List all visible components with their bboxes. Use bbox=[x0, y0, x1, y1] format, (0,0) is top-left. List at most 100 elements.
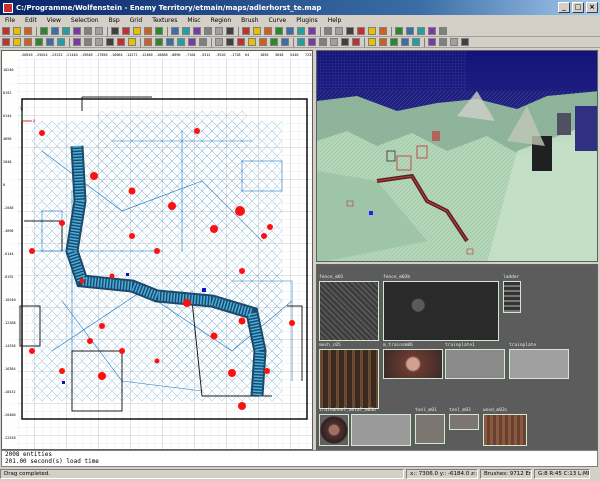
toolbar-button-icon[interactable] bbox=[439, 27, 447, 35]
toolbar-button-icon[interactable] bbox=[133, 27, 141, 35]
toolbar-button-icon[interactable] bbox=[248, 38, 256, 46]
toolbar-button-icon[interactable] bbox=[193, 27, 201, 35]
toolbar-button-icon[interactable] bbox=[401, 38, 409, 46]
toolbar-button-icon[interactable] bbox=[155, 38, 163, 46]
menu-help[interactable]: Help bbox=[323, 17, 347, 24]
toolbar-button-icon[interactable] bbox=[417, 27, 425, 35]
toolbar-button-icon[interactable] bbox=[204, 27, 212, 35]
texture-tile[interactable] bbox=[383, 281, 499, 341]
camera-view-3d[interactable] bbox=[316, 50, 598, 262]
toolbar-button-icon[interactable] bbox=[450, 38, 458, 46]
toolbar-button-icon[interactable] bbox=[117, 38, 125, 46]
toolbar-button-icon[interactable] bbox=[57, 38, 65, 46]
toolbar-button-icon[interactable] bbox=[275, 27, 283, 35]
toolbar-button-icon[interactable] bbox=[144, 27, 152, 35]
toolbar-button-icon[interactable] bbox=[253, 27, 261, 35]
texture-tile[interactable] bbox=[445, 349, 505, 379]
toolbar-button-icon[interactable] bbox=[13, 38, 21, 46]
toolbar-button-icon[interactable] bbox=[395, 27, 403, 35]
toolbar-button-icon[interactable] bbox=[155, 27, 163, 35]
toolbar-button-icon[interactable] bbox=[346, 27, 354, 35]
texture-tile[interactable] bbox=[351, 414, 411, 446]
menu-curve[interactable]: Curve bbox=[263, 17, 291, 24]
toolbar-button-icon[interactable] bbox=[264, 27, 272, 35]
camera-render[interactable] bbox=[317, 51, 598, 262]
toolbar-button-icon[interactable] bbox=[390, 38, 398, 46]
toolbar-button-icon[interactable] bbox=[95, 27, 103, 35]
toolbar-button-icon[interactable] bbox=[226, 38, 234, 46]
texture-tile[interactable] bbox=[449, 414, 479, 430]
toolbar-button-icon[interactable] bbox=[368, 27, 376, 35]
toolbar-button-icon[interactable] bbox=[237, 38, 245, 46]
toolbar-button-icon[interactable] bbox=[357, 27, 365, 35]
toolbar-button-icon[interactable] bbox=[13, 27, 21, 35]
menu-brush[interactable]: Brush bbox=[236, 17, 263, 24]
toolbar-button-icon[interactable] bbox=[324, 27, 332, 35]
toolbar-button-icon[interactable] bbox=[341, 38, 349, 46]
texture-tile[interactable] bbox=[319, 281, 379, 341]
toolbar-button-icon[interactable] bbox=[308, 27, 316, 35]
toolbar-button-icon[interactable] bbox=[111, 27, 119, 35]
toolbar-button-icon[interactable] bbox=[226, 27, 234, 35]
toolbar-button-icon[interactable] bbox=[84, 38, 92, 46]
minimize-button[interactable]: _ bbox=[558, 2, 570, 13]
toolbar-button-icon[interactable] bbox=[215, 27, 223, 35]
toolbar-button-icon[interactable] bbox=[379, 27, 387, 35]
toolbar-button-icon[interactable] bbox=[35, 38, 43, 46]
toolbar-button-icon[interactable] bbox=[46, 38, 54, 46]
toolbar-button-icon[interactable] bbox=[199, 38, 207, 46]
toolbar-button-icon[interactable] bbox=[73, 27, 81, 35]
toolbar-button-icon[interactable] bbox=[24, 38, 32, 46]
menu-selection[interactable]: Selection bbox=[66, 17, 104, 24]
toolbar-button-icon[interactable] bbox=[122, 27, 130, 35]
maximize-button[interactable]: □ bbox=[572, 2, 584, 13]
toolbar-button-icon[interactable] bbox=[73, 38, 81, 46]
grid-view-2d[interactable]: -26816 -25024 -23232 -21440 -19648 -17856 -160… bbox=[1, 50, 313, 450]
toolbar-button-icon[interactable] bbox=[368, 38, 376, 46]
texture-tile[interactable] bbox=[483, 414, 527, 446]
toolbar-button-icon[interactable] bbox=[461, 38, 469, 46]
texture-tile[interactable] bbox=[509, 349, 569, 379]
toolbar-button-icon[interactable] bbox=[428, 38, 436, 46]
menu-bsp[interactable]: Bsp bbox=[104, 17, 125, 24]
texture-tile[interactable] bbox=[503, 281, 521, 313]
toolbar-button-icon[interactable] bbox=[412, 38, 420, 46]
toolbar-button-icon[interactable] bbox=[40, 27, 48, 35]
texture-tile[interactable] bbox=[383, 349, 443, 379]
menu-plugins[interactable]: Plugins bbox=[291, 17, 323, 24]
toolbar-button-icon[interactable] bbox=[259, 38, 267, 46]
menu-view[interactable]: View bbox=[42, 17, 66, 24]
menu-textures[interactable]: Textures bbox=[147, 17, 182, 24]
toolbar-button-icon[interactable] bbox=[286, 27, 294, 35]
texture-tile[interactable] bbox=[319, 349, 379, 409]
toolbar-button-icon[interactable] bbox=[330, 38, 338, 46]
toolbar-button-icon[interactable] bbox=[95, 38, 103, 46]
toolbar-button-icon[interactable] bbox=[177, 38, 185, 46]
toolbar-button-icon[interactable] bbox=[242, 27, 250, 35]
toolbar-button-icon[interactable] bbox=[379, 38, 387, 46]
toolbar-button-icon[interactable] bbox=[188, 38, 196, 46]
menu-grid[interactable]: Grid bbox=[125, 17, 148, 24]
toolbar-button-icon[interactable] bbox=[297, 27, 305, 35]
toolbar-button-icon[interactable] bbox=[406, 27, 414, 35]
toolbar-button-icon[interactable] bbox=[281, 38, 289, 46]
toolbar-button-icon[interactable] bbox=[24, 27, 32, 35]
toolbar-button-icon[interactable] bbox=[84, 27, 92, 35]
texture-browser[interactable]: fence_m01 fence_m03b ladder mesh_c05 m_t… bbox=[316, 264, 598, 450]
toolbar-button-icon[interactable] bbox=[428, 27, 436, 35]
grid-map-canvas[interactable]: -26816 -25024 -23232 -21440 -19648 -17856 -160… bbox=[2, 51, 313, 450]
toolbar-button-icon[interactable] bbox=[166, 38, 174, 46]
toolbar-button-icon[interactable] bbox=[2, 27, 10, 35]
toolbar-button-icon[interactable] bbox=[182, 27, 190, 35]
texture-tile[interactable] bbox=[415, 414, 445, 444]
texture-tile[interactable] bbox=[319, 414, 349, 446]
toolbar-button-icon[interactable] bbox=[62, 27, 70, 35]
menu-region[interactable]: Region bbox=[206, 17, 237, 24]
toolbar-button-icon[interactable] bbox=[51, 27, 59, 35]
toolbar-button-icon[interactable] bbox=[335, 27, 343, 35]
toolbar-button-icon[interactable] bbox=[2, 38, 10, 46]
toolbar-button-icon[interactable] bbox=[106, 38, 114, 46]
toolbar-button-icon[interactable] bbox=[171, 27, 179, 35]
toolbar-button-icon[interactable] bbox=[297, 38, 305, 46]
toolbar-button-icon[interactable] bbox=[215, 38, 223, 46]
